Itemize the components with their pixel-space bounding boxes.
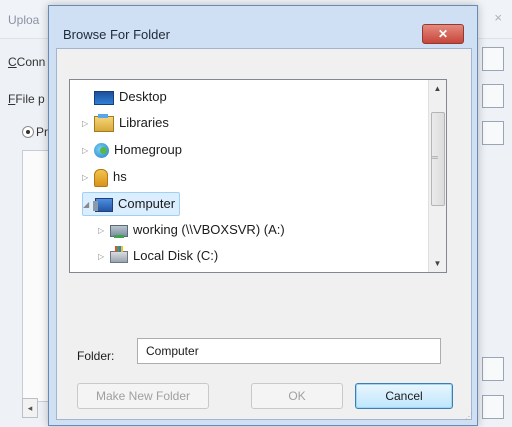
local-disk-icon (110, 245, 128, 263)
dialog-title: Browse For Folder (63, 27, 170, 42)
make-new-folder-button[interactable]: Make New Folder (77, 383, 209, 409)
tree-item-label: Desktop (119, 89, 167, 104)
homegroup-icon (94, 143, 109, 159)
dialog-titlebar[interactable]: Browse For Folder ✕ (49, 6, 477, 48)
vertical-scrollbar[interactable]: ▲ ═ ▼ (428, 80, 446, 272)
tree-item-label: Computer (118, 196, 176, 211)
tree-item-label: Local Disk (C:) (133, 248, 219, 263)
connection-label: CConn (8, 55, 46, 69)
user-folder-icon (94, 168, 108, 187)
close-icon: ✕ (437, 27, 449, 41)
browse-for-folder-dialog: Browse For Folder ✕ Desktop ▷ Libraries ▷… (48, 5, 478, 426)
close-button[interactable]: ✕ (422, 24, 464, 44)
background-title: Uploa (8, 13, 40, 27)
libraries-icon (94, 113, 114, 132)
tree-item-libraries[interactable]: ▷ Libraries (82, 112, 169, 134)
network-drive-icon (110, 224, 128, 238)
background-field-1[interactable] (482, 47, 504, 71)
tree-item-label: working (\\VBOXSVR) (A:) (133, 222, 285, 237)
background-field-4[interactable] (482, 357, 504, 381)
tree-item-label: Libraries (119, 115, 169, 130)
tree-item-computer[interactable]: ◢ Computer (82, 192, 181, 216)
folder-tree[interactable]: Desktop ▷ Libraries ▷ Homegroup ▷ hs ◢ Compu… (69, 79, 447, 273)
ok-button[interactable]: OK (251, 383, 343, 409)
expand-arrow-icon[interactable]: ▷ (82, 167, 94, 189)
tree-item-hs[interactable]: ▷ hs (82, 166, 127, 188)
scroll-left-button[interactable]: ◂ (22, 398, 38, 418)
background-field-2[interactable] (482, 84, 504, 108)
resize-grip-icon[interactable]: ⋰ (465, 412, 473, 421)
cancel-button[interactable]: Cancel (355, 383, 453, 409)
radio-button[interactable] (22, 126, 34, 138)
tree-item-desktop[interactable]: Desktop (82, 86, 167, 108)
background-close-button[interactable]: × (494, 10, 502, 25)
expand-arrow-icon[interactable]: ▷ (98, 220, 110, 242)
computer-icon (93, 197, 113, 212)
file-path-label: FFile p (8, 92, 45, 106)
expand-arrow-icon[interactable]: ▷ (82, 140, 94, 162)
tree-item-label: Homegroup (114, 142, 182, 157)
scroll-down-icon[interactable]: ▼ (429, 255, 446, 272)
scroll-up-icon[interactable]: ▲ (429, 80, 446, 97)
expand-arrow-icon[interactable]: ▷ (98, 246, 110, 268)
folder-input[interactable]: Computer (137, 338, 441, 364)
tree-item-local-disk[interactable]: ▷ Local Disk (C:) (98, 245, 218, 267)
tree-item-homegroup[interactable]: ▷ Homegroup (82, 139, 182, 161)
desktop-icon (94, 90, 114, 105)
tree-item-label: hs (113, 169, 127, 184)
folder-label: Folder: (77, 349, 115, 363)
tree-item-network-drive[interactable]: ▷ working (\\VBOXSVR) (A:) (98, 219, 285, 241)
expand-arrow-icon[interactable]: ▷ (82, 113, 94, 135)
background-field-3[interactable] (482, 121, 504, 145)
background-field-5[interactable] (482, 395, 504, 419)
radio-label: Pr (36, 125, 48, 139)
grip-icon: ═ (432, 153, 438, 162)
